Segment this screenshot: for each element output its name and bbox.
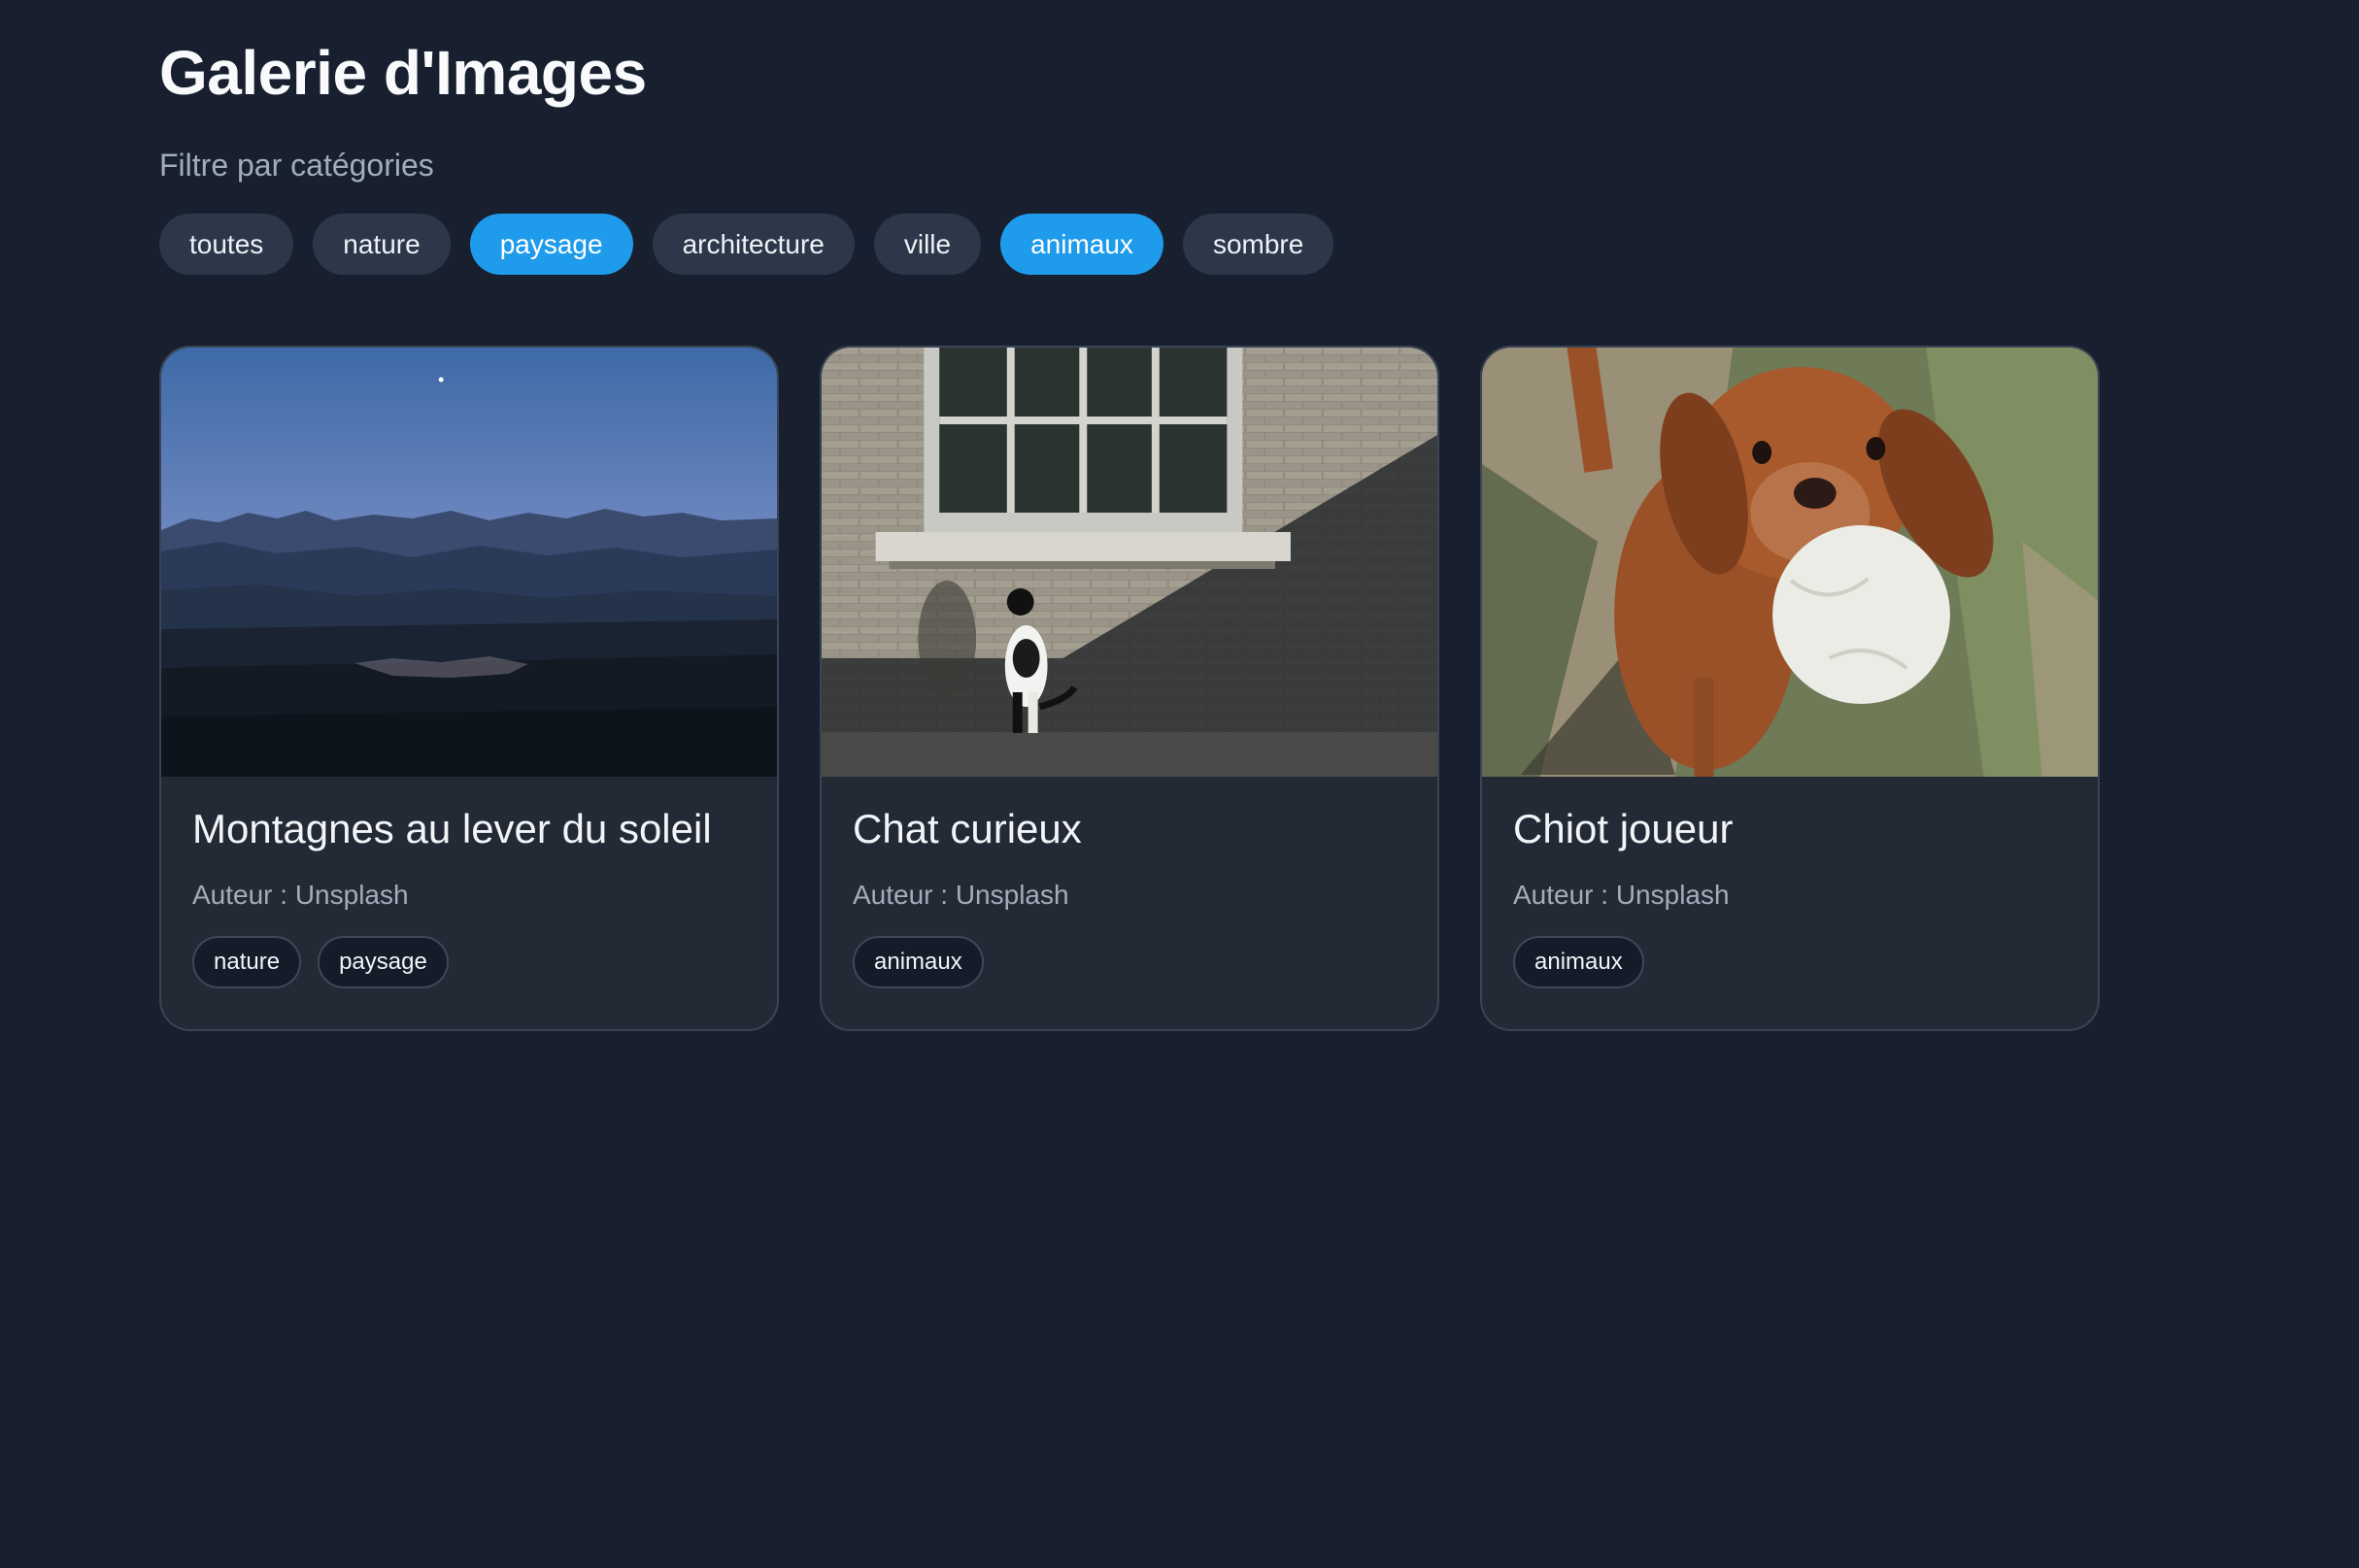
image-card[interactable]: Chiot joueur Auteur : Unsplash animaux <box>1480 346 2100 1031</box>
category-filters: toutes nature paysage architecture ville… <box>159 214 1334 275</box>
card-title: Chat curieux <box>853 806 1082 851</box>
card-title: Montagnes au lever du soleil <box>192 806 712 851</box>
page: Galerie d'Images Filtre par catégories t… <box>0 0 2359 1568</box>
card-title: Chiot joueur <box>1513 806 1734 851</box>
filter-label: Filtre par catégories <box>159 148 434 183</box>
cat-at-window-image <box>822 348 1437 777</box>
image-grid: Montagnes au lever du soleil Auteur : Un… <box>159 346 2100 1031</box>
card-tags: animaux <box>853 936 1406 988</box>
tag-nature: nature <box>192 936 302 988</box>
tag-animaux: animaux <box>853 936 984 988</box>
filter-chip-sombre[interactable]: sombre <box>1182 214 1334 275</box>
filter-chip-toutes[interactable]: toutes <box>159 214 294 275</box>
card-author: Auteur : Unsplash <box>192 880 409 910</box>
puppy-with-ball-image <box>1482 348 2098 777</box>
mountain-sunrise-image <box>161 348 777 777</box>
filter-chip-ville[interactable]: ville <box>873 214 982 275</box>
card-tags: animaux <box>1513 936 2067 988</box>
tag-animaux: animaux <box>1513 936 1644 988</box>
filter-chip-animaux[interactable]: animaux <box>1000 214 1163 275</box>
page-title: Galerie d'Images <box>159 38 647 108</box>
image-card[interactable]: Montagnes au lever du soleil Auteur : Un… <box>159 346 779 1031</box>
card-tags: nature paysage <box>192 936 746 988</box>
filter-chip-paysage[interactable]: paysage <box>469 214 633 275</box>
card-author: Auteur : Unsplash <box>853 880 1069 910</box>
card-author: Auteur : Unsplash <box>1513 880 1730 910</box>
image-card[interactable]: Chat curieux Auteur : Unsplash animaux <box>820 346 1439 1031</box>
filter-chip-architecture[interactable]: architecture <box>652 214 855 275</box>
tag-paysage: paysage <box>318 936 449 988</box>
filter-chip-nature[interactable]: nature <box>313 214 451 275</box>
